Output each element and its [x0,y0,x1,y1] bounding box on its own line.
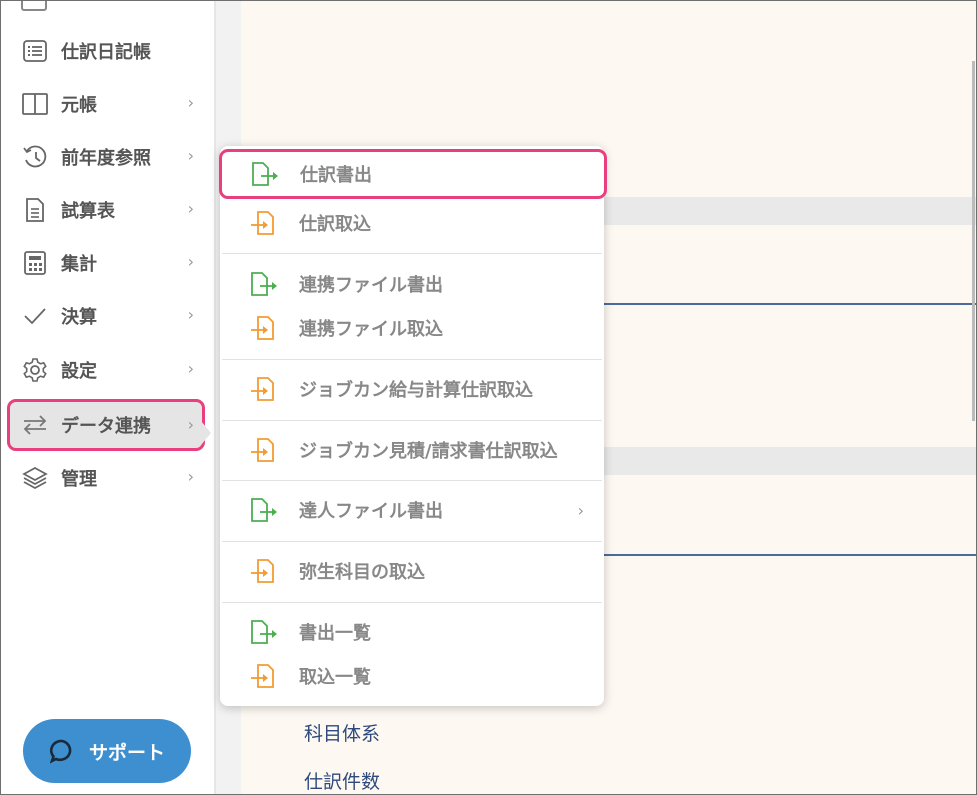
chevron-right-icon: › [187,305,194,324]
menu-divider [222,602,602,603]
menu-item-label: 連携ファイル書出 [299,275,443,296]
divider-line [601,303,976,305]
file-export-icon [249,271,279,297]
menu-divider [222,420,602,421]
arrows-swap-icon [21,411,49,439]
menu-item-label: ジョブカン見積/請求書仕訳取込 [299,441,558,462]
menu-item-label: 仕訳書出 [300,165,372,186]
chevron-right-icon: › [187,415,194,434]
chevron-right-icon: › [187,467,194,486]
sidebar-item-label: 設定 [61,361,97,382]
sidebar: 仕訳日記帳 元帳 › 前年度参照 › 試算表 › 集計 › 決算 › 設定 › … [1,1,214,794]
sidebar-divider [214,1,216,794]
sidebar-item-label: 決算 [61,307,97,328]
menu-divider [222,480,602,481]
support-label: サポート [88,741,165,764]
columns-icon [21,90,49,118]
menu-divider [222,253,602,254]
sidebar-item-motocho[interactable]: 元帳 › [9,82,204,126]
chevron-right-icon: › [187,199,194,218]
sidebar-item-label: 元帳 [61,95,97,116]
chat-bubble-icon [49,738,75,764]
app-window: 科目体系 仕訳件数 仕訳日記帳 元帳 › 前年度参照 › 試算表 › 集計 › … [0,0,977,795]
menu-item-shiwake-kakidashi[interactable]: 仕訳書出 [219,149,607,199]
menu-item-renkei-file-kakidashi[interactable]: 連携ファイル書出 [220,262,604,306]
chevron-right-icon: › [577,500,584,520]
menu-item-label: 書出一覧 [299,623,371,644]
divider-line [601,554,976,556]
menu-item-label: 取込一覧 [299,667,371,688]
scrollbar[interactable] [972,61,975,421]
gear-icon [21,356,49,384]
file-import-icon [249,210,279,236]
sidebar-item-kanri[interactable]: 管理 › [9,456,204,500]
file-import-icon [249,663,279,689]
menu-item-label: 達人ファイル書出 [299,501,443,522]
sidebar-item-label: 管理 [61,469,97,490]
file-import-icon [249,437,279,463]
menu-item-shiwake-torikomi[interactable]: 仕訳取込 [220,201,604,245]
menu-item-label: 連携ファイル取込 [299,319,443,340]
layers-icon [21,464,49,492]
sidebar-item-settei[interactable]: 設定 › [9,348,204,392]
partial-icon [21,1,47,11]
menu-item-tatsujin-file-kakidashi[interactable]: 達人ファイル書出 › [220,488,604,532]
menu-item-label: ジョブカン給与計算仕訳取込 [299,380,533,401]
file-export-icon [249,497,279,523]
menu-item-renkei-file-torikomi[interactable]: 連携ファイル取込 [220,306,604,350]
menu-item-jobcan-mitsumori-torikomi[interactable]: ジョブカン見積/請求書仕訳取込 [220,428,604,472]
active-pointer [201,421,211,445]
list-icon [21,37,49,65]
sidebar-item-data-renkei[interactable]: データ連携 › [7,399,205,451]
support-button[interactable]: サポート [23,719,191,783]
menu-item-label: 弥生科目の取込 [299,562,425,583]
sidebar-item-shiwake-nikkicho[interactable]: 仕訳日記帳 [9,29,204,73]
document-icon [21,196,49,224]
check-icon [21,302,49,330]
sidebar-item-label: 集計 [61,254,97,275]
link-kamoku-taikei[interactable]: 科目体系 [304,719,380,746]
file-export-icon [249,619,279,645]
file-import-icon [249,315,279,341]
sidebar-item-label: 仕訳日記帳 [61,42,151,63]
sidebar-item-kessan[interactable]: 決算 › [9,294,204,338]
sidebar-item-shisanhyo[interactable]: 試算表 › [9,188,204,232]
sidebar-item-label: データ連携 [61,416,151,437]
file-import-icon [249,376,279,402]
chevron-right-icon: › [187,146,194,165]
menu-item-torikomi-ichiran[interactable]: 取込一覧 [220,654,604,698]
history-icon [21,143,49,171]
chevron-right-icon: › [187,93,194,112]
file-export-icon [250,161,280,187]
link-shiwake-kensu[interactable]: 仕訳件数 [304,767,380,794]
chevron-right-icon: › [187,252,194,271]
sidebar-item-label: 試算表 [61,201,115,222]
file-import-icon [249,558,279,584]
sidebar-item-zennendo-sansho[interactable]: 前年度参照 › [9,135,204,179]
menu-item-label: 仕訳取込 [299,214,371,235]
chevron-right-icon: › [187,359,194,378]
menu-item-yayoi-kamoku-torikomi[interactable]: 弥生科目の取込 [220,549,604,593]
menu-item-jobcan-kyuyo-torikomi[interactable]: ジョブカン給与計算仕訳取込 [220,367,604,411]
menu-item-kakidashi-ichiran[interactable]: 書出一覧 [220,610,604,654]
calculator-icon [21,249,49,277]
sidebar-item-label: 前年度参照 [61,148,151,169]
menu-divider [222,359,602,360]
menu-divider [222,541,602,542]
data-renkei-flyout-menu: 仕訳書出 仕訳取込 連携ファイル書出 連携ファイル取込 ジョブカン給与計算仕訳取… [219,146,607,706]
sidebar-item-shukei[interactable]: 集計 › [9,241,204,285]
